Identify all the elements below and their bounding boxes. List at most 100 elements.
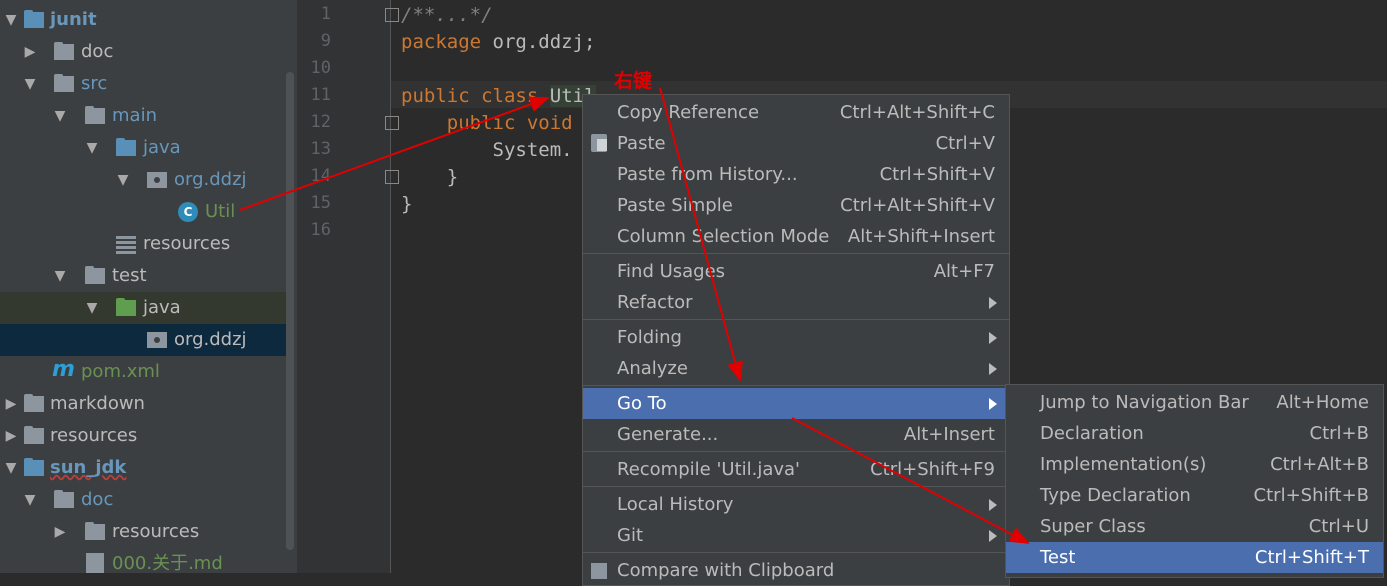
submenu-arrow-icon (989, 363, 997, 375)
chevron-down-icon[interactable]: ▼ (22, 484, 38, 516)
paste-icon (591, 134, 607, 152)
folder-icon (24, 458, 44, 476)
tree-item-label: markdown (50, 393, 145, 414)
tree-item-md-file[interactable]: 000.关于.md (0, 548, 286, 573)
tree-item-junit[interactable]: ▼ junit (0, 4, 286, 36)
tree-item-doc[interactable]: ▶ doc (0, 36, 286, 68)
markdown-file-icon (86, 553, 104, 573)
submenu-item-super-class[interactable]: Super Class Ctrl+U (1006, 511, 1383, 542)
menu-item-local-history[interactable]: Local History (583, 489, 1009, 520)
line-number: 13 (310, 139, 331, 159)
menu-item-analyze[interactable]: Analyze (583, 353, 1009, 384)
folded-comment[interactable]: /**...*/ (401, 4, 493, 26)
tree-item-label: doc (81, 41, 114, 62)
chevron-right-icon[interactable]: ▶ (52, 516, 68, 548)
tree-item-label: main (112, 105, 157, 126)
menu-item-folding[interactable]: Folding (583, 322, 1009, 353)
line-number: 10 (310, 58, 331, 78)
line-number: 16 (310, 220, 331, 240)
menu-item-paste-from-history[interactable]: Paste from History... Ctrl+Shift+V (583, 159, 1009, 190)
menu-item-compare-clipboard[interactable]: Compare with Clipboard (583, 555, 1009, 586)
menu-item-paste[interactable]: Paste Ctrl+V (583, 128, 1009, 159)
menu-separator (583, 319, 1009, 320)
tree-item-label: doc (81, 489, 114, 510)
tree-item-package-test[interactable]: org.ddzj (0, 324, 286, 356)
submenu-item-type-declaration[interactable]: Type Declaration Ctrl+Shift+B (1006, 480, 1383, 511)
public-keyword: public (401, 85, 470, 107)
chevron-down-icon[interactable]: ▼ (3, 4, 19, 36)
menu-item-recompile[interactable]: Recompile 'Util.java' Ctrl+Shift+F9 (583, 454, 1009, 485)
method-declaration: public void (446, 112, 573, 134)
tree-item-test[interactable]: ▼ test (0, 260, 286, 292)
tree-item-label: org.ddzj (174, 329, 247, 350)
tree-item-label: resources (112, 521, 200, 542)
chevron-down-icon[interactable]: ▼ (84, 292, 100, 324)
submenu-item-jump-nav-bar[interactable]: Jump to Navigation Bar Alt+Home (1006, 387, 1383, 418)
menu-item-git[interactable]: Git (583, 520, 1009, 551)
closing-brace: } (446, 166, 459, 188)
tree-item-resources[interactable]: ▶ resources (0, 420, 286, 452)
menu-item-paste-simple[interactable]: Paste Simple Ctrl+Alt+Shift+V (583, 190, 1009, 221)
submenu-arrow-icon (989, 297, 997, 309)
chevron-down-icon[interactable]: ▼ (52, 260, 68, 292)
fold-minus-icon[interactable] (385, 116, 399, 130)
source-folder-icon (116, 138, 136, 156)
menu-item-generate[interactable]: Generate... Alt+Insert (583, 419, 1009, 450)
tree-item-label: resources (50, 425, 138, 446)
tree-item-resources-sun[interactable]: ▶ resources (0, 516, 286, 548)
tree-item-main[interactable]: ▼ main (0, 100, 286, 132)
chevron-down-icon[interactable]: ▼ (52, 100, 68, 132)
tree-scrollbar[interactable] (286, 72, 294, 550)
menu-separator (583, 451, 1009, 452)
goto-submenu: Jump to Navigation Bar Alt+Home Declarati… (1005, 384, 1384, 578)
tree-item-label: sun_jdk (50, 457, 127, 478)
tree-item-java-main[interactable]: ▼ java (0, 132, 286, 164)
package-icon (147, 172, 167, 188)
fold-end-icon[interactable] (385, 170, 399, 184)
tree-item-util[interactable]: C Util (0, 196, 286, 228)
tree-item-pom[interactable]: m pom.xml (0, 356, 286, 388)
chevron-down-icon[interactable]: ▼ (3, 452, 19, 484)
chevron-right-icon[interactable]: ▶ (22, 36, 38, 68)
folder-icon (85, 266, 105, 284)
chevron-right-icon[interactable]: ▶ (3, 388, 19, 420)
chevron-down-icon[interactable]: ▼ (22, 68, 38, 100)
tree-item-package-main[interactable]: ▼ org.ddzj (0, 164, 286, 196)
tree-item-label: org.ddzj (174, 169, 247, 190)
tree-item-doc-sun[interactable]: ▼ doc (0, 484, 286, 516)
package-icon (147, 332, 167, 348)
tree-item-sun-jdk[interactable]: ▼ sun_jdk (0, 452, 286, 484)
folder-icon (24, 394, 44, 412)
menu-item-find-usages[interactable]: Find Usages Alt+F7 (583, 256, 1009, 287)
menu-item-go-to[interactable]: Go To (583, 388, 1009, 419)
folder-icon (85, 106, 105, 124)
submenu-arrow-icon (989, 530, 997, 542)
submenu-item-test[interactable]: Test Ctrl+Shift+T (1006, 542, 1383, 573)
menu-item-column-selection-mode[interactable]: Column Selection Mode Alt+Shift+Insert (583, 221, 1009, 252)
menu-separator (583, 552, 1009, 553)
class-icon: C (178, 202, 198, 222)
context-menu: Copy Reference Ctrl+Alt+Shift+C Paste Ctrl… (582, 94, 1010, 586)
package-keyword: package (401, 31, 482, 53)
chevron-right-icon[interactable]: ▶ (3, 420, 19, 452)
menu-item-copy-reference[interactable]: Copy Reference Ctrl+Alt+Shift+C (583, 97, 1009, 128)
chevron-down-icon[interactable]: ▼ (115, 164, 131, 196)
tree-item-label: test (112, 265, 147, 286)
submenu-arrow-icon (989, 499, 997, 511)
menu-item-refactor[interactable]: Refactor (583, 287, 1009, 318)
tree-item-src[interactable]: ▼ src (0, 68, 286, 100)
tree-item-java-test[interactable]: ▼ java (0, 292, 286, 324)
submenu-item-implementations[interactable]: Implementation(s) Ctrl+Alt+B (1006, 449, 1383, 480)
tree-item-resources-main[interactable]: resources (0, 228, 286, 260)
compare-icon (591, 563, 607, 579)
submenu-item-declaration[interactable]: Declaration Ctrl+B (1006, 418, 1383, 449)
tree-item-markdown[interactable]: ▶ markdown (0, 388, 286, 420)
tree-item-label: junit (50, 9, 97, 30)
folder-icon (54, 42, 74, 60)
chevron-down-icon[interactable]: ▼ (84, 132, 100, 164)
editor-gutter: 1 9 10 11 12 13 14 15 16 (297, 0, 391, 573)
resources-folder-icon (116, 236, 136, 254)
tree-item-label: src (81, 73, 108, 94)
folder-icon (54, 74, 74, 92)
fold-plus-icon[interactable] (385, 8, 399, 22)
